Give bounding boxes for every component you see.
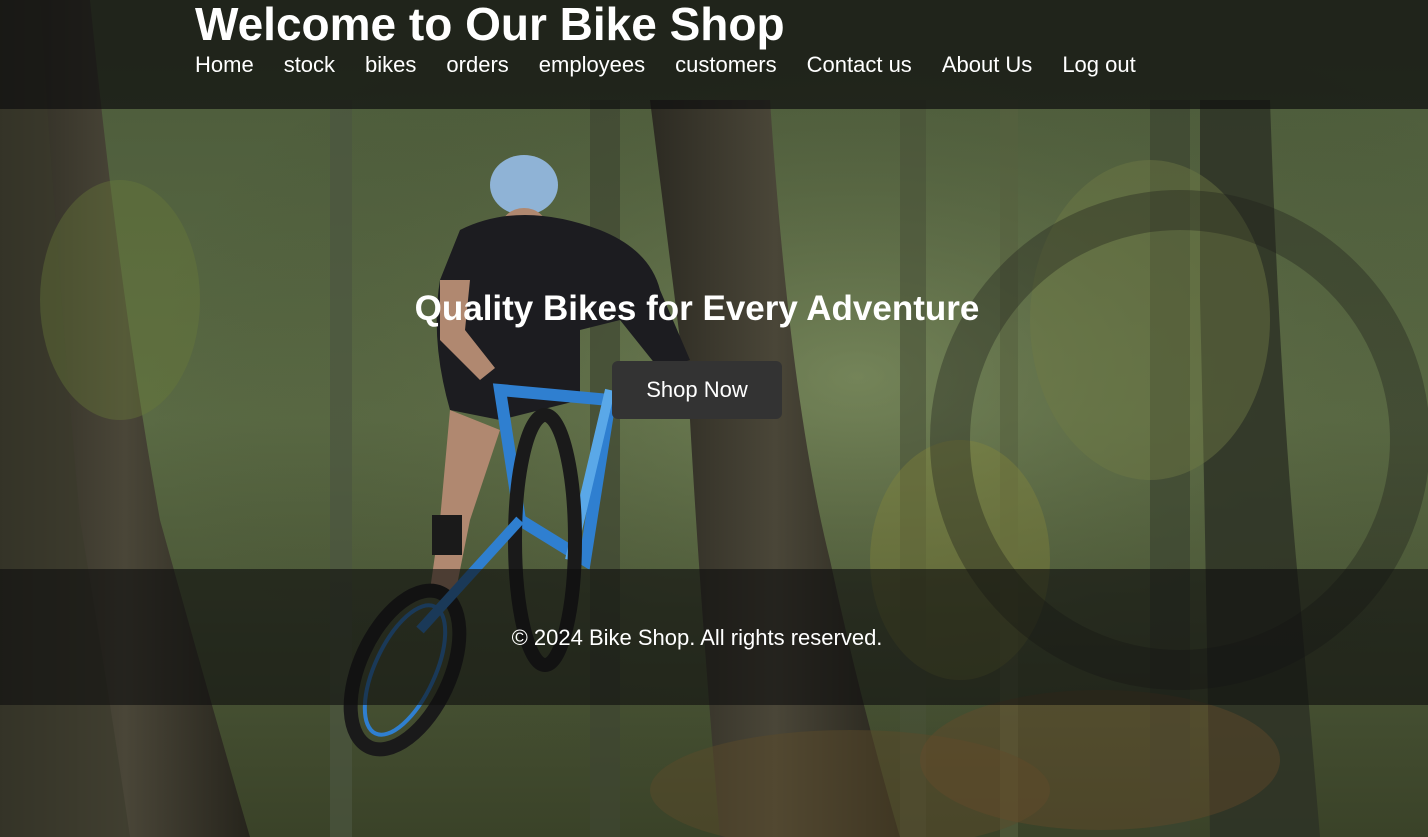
main-nav: Home stock bikes orders employees custom… <box>195 50 1166 80</box>
site-footer: © 2024 Bike Shop. All rights reserved. <box>0 569 1428 705</box>
nav-link-log-out[interactable]: Log out <box>1062 50 1135 80</box>
nav-link-employees[interactable]: employees <box>539 50 645 80</box>
nav-link-stock[interactable]: stock <box>284 50 335 80</box>
shop-now-button[interactable]: Shop Now <box>612 361 782 419</box>
nav-link-about-us[interactable]: About Us <box>942 50 1033 80</box>
nav-link-contact-us[interactable]: Contact us <box>807 50 912 80</box>
nav-link-customers[interactable]: customers <box>675 50 776 80</box>
hero-heading: Quality Bikes for Every Adventure <box>414 289 980 328</box>
page: Welcome to Our Bike Shop Home stock bike… <box>0 0 1428 837</box>
nav-link-orders[interactable]: orders <box>446 50 508 80</box>
site-header: Welcome to Our Bike Shop Home stock bike… <box>0 0 1428 109</box>
site-title: Welcome to Our Bike Shop <box>195 0 785 50</box>
footer-copyright: © 2024 Bike Shop. All rights reserved. <box>511 625 883 650</box>
nav-link-home[interactable]: Home <box>195 50 254 80</box>
nav-link-bikes[interactable]: bikes <box>365 50 416 80</box>
